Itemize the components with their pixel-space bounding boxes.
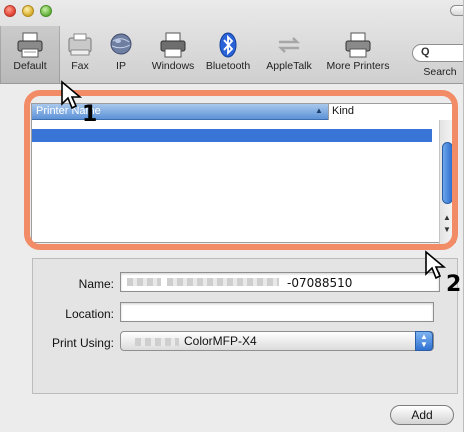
print-using-label: Print Using: <box>51 336 114 350</box>
printer-icon <box>17 32 43 58</box>
toolbar-ip-label: IP <box>116 60 126 72</box>
step-1-label: 1 <box>82 102 98 127</box>
close-window-button[interactable] <box>4 5 16 17</box>
add-button[interactable]: Add <box>390 405 454 425</box>
toolbar-bluetooth-button[interactable]: Bluetooth <box>200 32 256 82</box>
printer-icon <box>160 32 186 58</box>
search-input[interactable]: Q <box>412 44 463 62</box>
print-using-value: ColorMFP-X4 <box>184 334 257 348</box>
location-field[interactable] <box>120 302 434 322</box>
toolbar-default-button[interactable]: Default <box>0 26 60 83</box>
mouse-pointer-icon <box>425 250 446 280</box>
redacted-text <box>127 278 161 286</box>
toolbar-bluetooth-label: Bluetooth <box>205 60 251 72</box>
toolbar-toggle-button[interactable] <box>450 5 463 16</box>
globe-icon <box>110 33 132 55</box>
toolbar-windows-label: Windows <box>151 60 195 72</box>
name-field[interactable]: -07088510 <box>120 272 440 292</box>
toolbar-search-label: Search <box>423 66 457 78</box>
mouse-pointer-icon <box>61 80 82 110</box>
toolbar-appletalk-label: AppleTalk <box>266 60 312 72</box>
chevron-updown-icon: ▲ ▼ <box>415 331 433 351</box>
bluetooth-icon <box>219 32 237 58</box>
toolbar-more-printers-label: More Printers <box>326 60 390 72</box>
appletalk-arrows-icon <box>277 37 301 53</box>
toolbar-windows-button[interactable]: Windows <box>146 32 200 82</box>
add-printer-window: Default Fax IP Windows Bluetooth AppleTa… <box>0 0 464 432</box>
name-field-value: -07088510 <box>287 276 353 290</box>
zoom-window-button[interactable] <box>40 5 52 17</box>
toolbar-fax-label: Fax <box>71 60 89 72</box>
location-label: Location: <box>65 307 114 321</box>
search-icon: Q <box>421 46 430 58</box>
toolbar: Default Fax IP Windows Bluetooth AppleTa… <box>0 0 463 84</box>
toolbar-appletalk-button[interactable]: AppleTalk <box>260 32 318 82</box>
redacted-text <box>135 338 179 346</box>
name-label: Name: <box>78 277 114 291</box>
toolbar-search-button[interactable]: Search <box>416 66 463 82</box>
toolbar-fax-button[interactable]: Fax <box>62 32 98 82</box>
toolbar-more-printers-button[interactable]: More Printers <box>322 32 394 82</box>
toolbar-ip-button[interactable]: IP <box>103 32 139 82</box>
fax-icon <box>68 33 92 56</box>
print-using-select[interactable]: ColorMFP-X4 ▲ ▼ <box>120 331 434 351</box>
minimize-window-button[interactable] <box>22 5 34 17</box>
printer-icon <box>345 32 371 58</box>
step-2-label: 2 <box>446 272 462 297</box>
redacted-text <box>167 278 279 286</box>
toolbar-default-label: Default <box>13 60 47 72</box>
